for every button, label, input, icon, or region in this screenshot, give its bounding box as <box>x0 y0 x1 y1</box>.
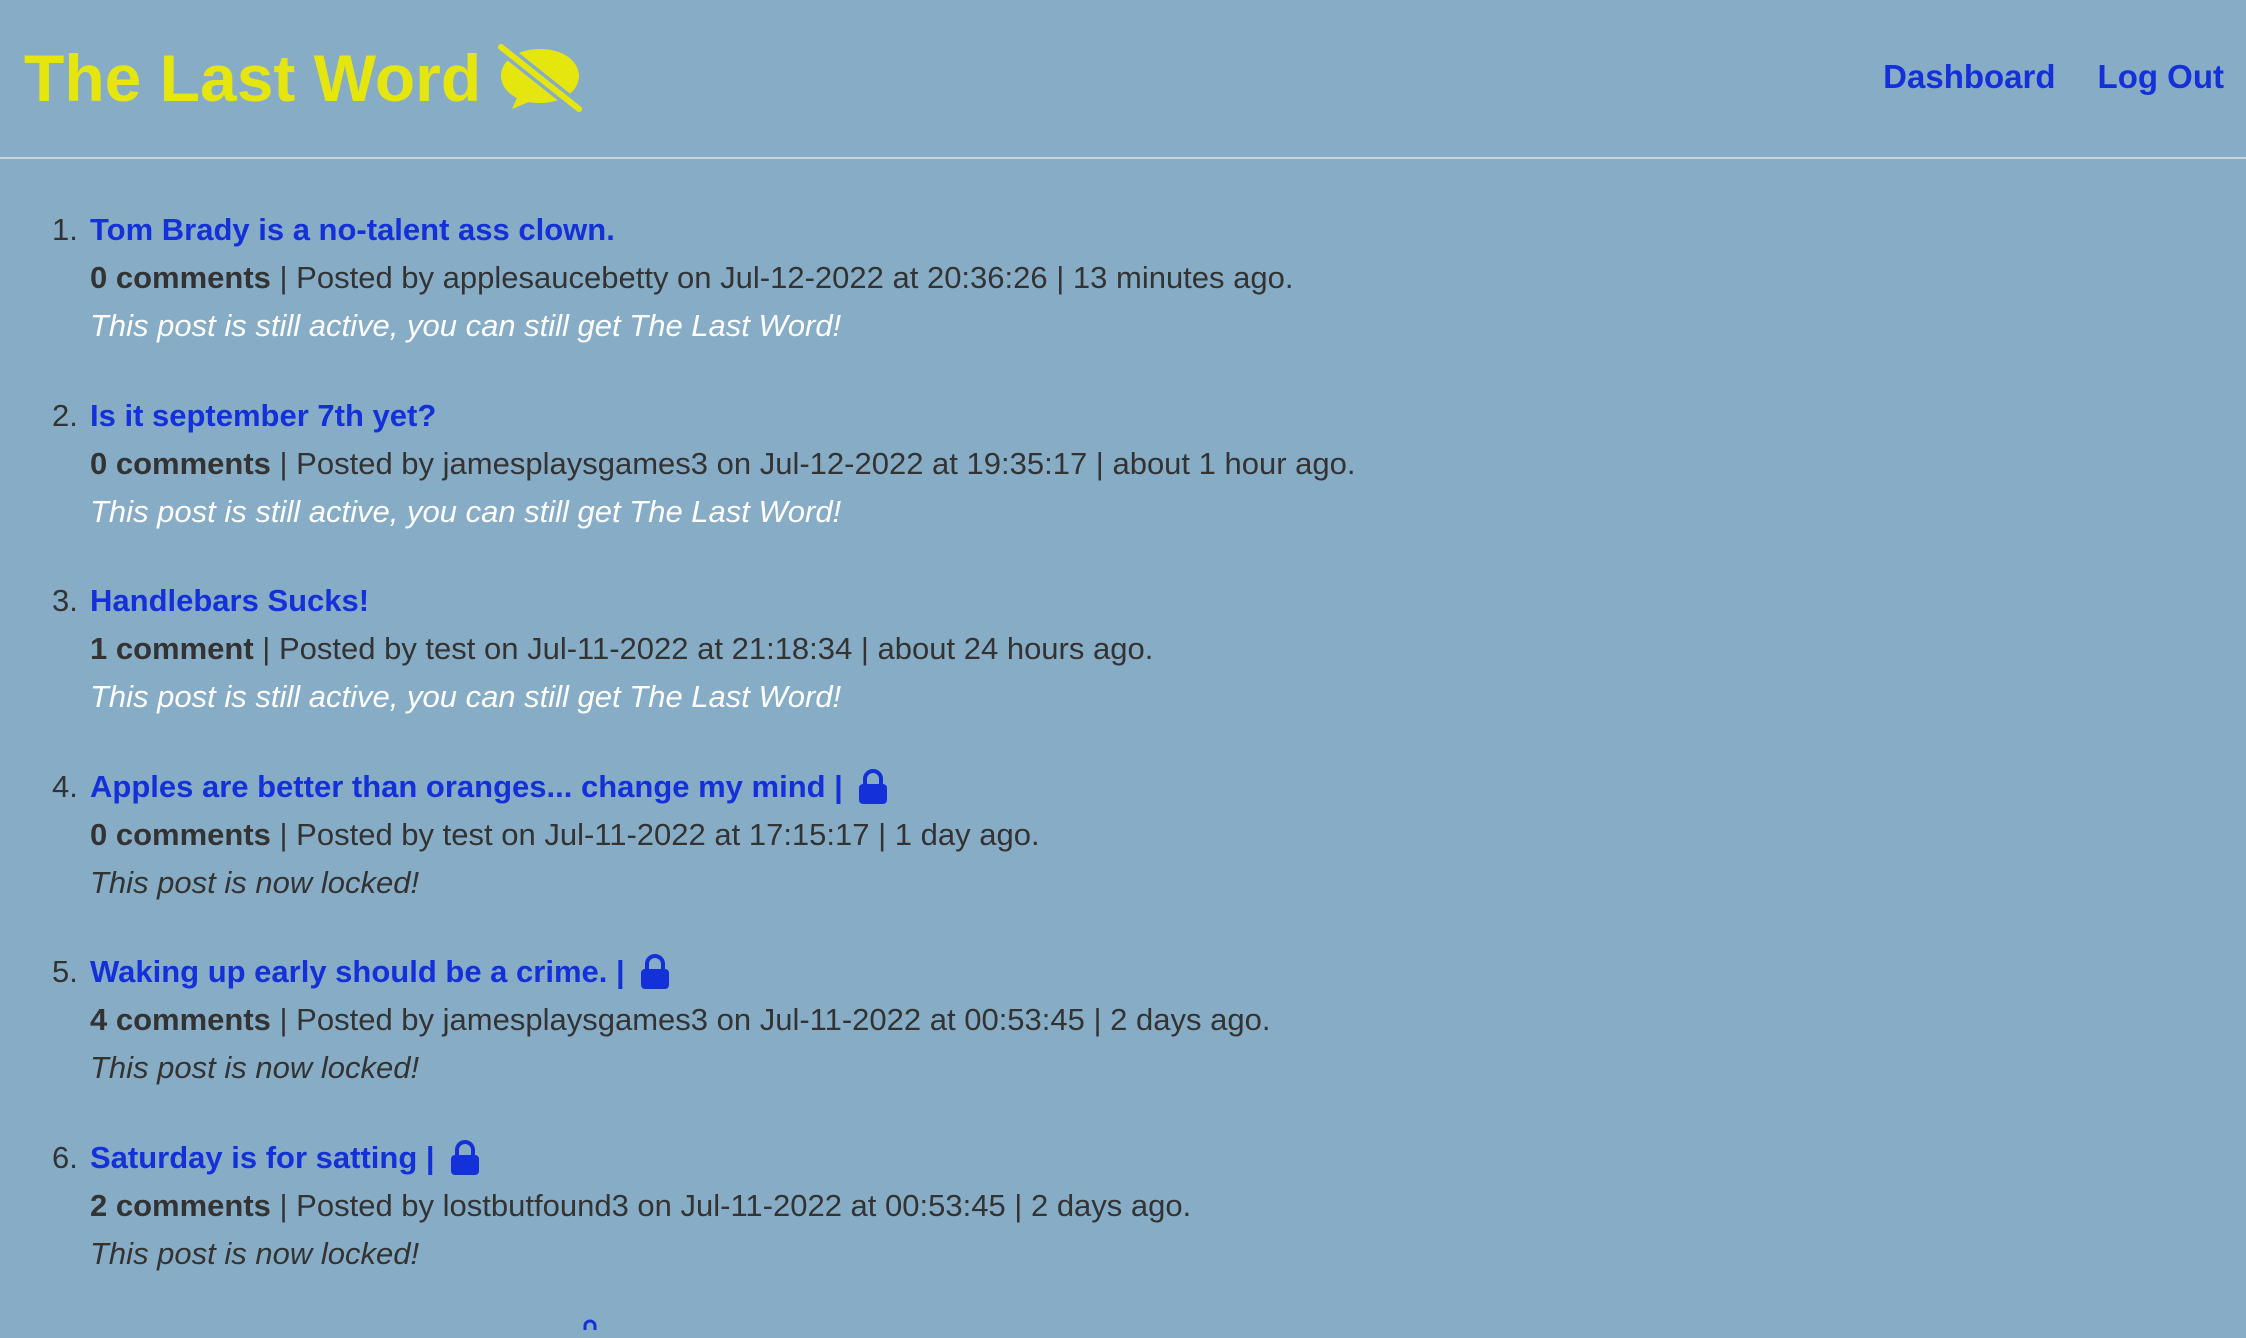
comment-count: 0 comments <box>90 445 271 481</box>
post-title-text: Handlebars Sucks! <box>90 583 370 618</box>
post-item: 6. Saturday is for satting | 2 comments … <box>0 1134 2246 1320</box>
post-number: 1. <box>52 212 78 247</box>
post-meta: 1 comment | Posted by test on Jul-11-202… <box>90 625 2246 673</box>
post-title-text: Saturday is for satting | <box>90 1139 435 1175</box>
post-title-link[interactable]: Is it september 7th yet? <box>90 392 436 440</box>
post-meta: 0 comments | Posted by jamesplaysgames3 … <box>90 440 2246 488</box>
site-brand[interactable]: The Last Word <box>24 38 584 118</box>
post-meta: 4 comments | Posted by jamesplaysgames3 … <box>90 996 2246 1044</box>
post-byline: | Posted by jamesplaysgames3 on Jul-12-2… <box>270 445 1356 481</box>
muted-speech-bubble-icon <box>497 43 584 113</box>
post-title-link[interactable]: Saturday is for satting | <box>90 1134 481 1182</box>
post-byline: | Posted by lostbutfound3 on Jul-11-2022… <box>270 1187 1192 1223</box>
post-byline: | Posted by applesaucebetty on Jul-12-20… <box>270 260 1294 295</box>
comment-count: 2 comments <box>90 1187 271 1223</box>
post-title-link[interactable]: Handlebars Sucks! <box>90 577 369 625</box>
site-header: The Last Word Dashboard Log Out <box>0 0 2246 159</box>
post-item: 2. Is it september 7th yet? 0 comments |… <box>0 392 2246 578</box>
dashboard-link[interactable]: Dashboard <box>1883 55 2055 99</box>
post-status: This post is now locked! <box>90 864 420 900</box>
post-byline: | Posted by jamesplaysgames3 on Jul-11-2… <box>270 1002 1271 1037</box>
post-item: 3. Handlebars Sucks! 1 comment | Posted … <box>0 577 2246 763</box>
post-number: 5. <box>52 954 78 989</box>
post-byline: | Posted by test on Jul-11-2022 at 17:15… <box>270 816 1040 852</box>
post-title-link[interactable]: Tom Brady is a no-talent ass clown. <box>90 206 615 254</box>
post-status: This post is still active, you can still… <box>90 493 842 529</box>
post-meta: 0 comments | Posted by applesaucebetty o… <box>90 254 2246 302</box>
post-status: This post is still active, you can still… <box>90 308 842 343</box>
post-title-text: Is it september 7th yet? <box>90 397 437 433</box>
post-title-link[interactable]: Waking up early should be a crime. | <box>90 948 671 996</box>
post-number: 4. <box>52 768 78 804</box>
comment-count: 0 comments <box>90 260 271 295</box>
lock-icon <box>858 768 887 804</box>
post-status: This post is still active, you can still… <box>90 679 842 714</box>
post-number: 3. <box>52 583 78 618</box>
comment-count: 4 comments <box>90 1002 271 1037</box>
post-number: 2. <box>52 397 78 433</box>
post-item: 5. Waking up early should be a crime. | … <box>0 948 2246 1134</box>
post-title-text: Apples are better than oranges... change… <box>90 768 843 804</box>
logout-link[interactable]: Log Out <box>2098 55 2224 99</box>
post-status: This post is now locked! <box>90 1235 420 1271</box>
lock-icon <box>450 1139 479 1175</box>
post-title-link[interactable]: Apples are better than oranges... change… <box>90 763 889 811</box>
top-nav: Dashboard Log Out <box>1883 55 2224 99</box>
lock-icon <box>640 954 669 989</box>
post-byline: | Posted by test on Jul-11-2022 at 21:18… <box>253 631 1154 666</box>
post-title-text: Waking up early should be a crime. | <box>90 954 625 989</box>
post-meta: 2 comments | Posted by lostbutfound3 on … <box>90 1182 2246 1230</box>
post-status: This post is now locked! <box>90 1050 420 1085</box>
post-meta: 0 comments | Posted by test on Jul-11-20… <box>90 811 2246 859</box>
post-item: 1. Tom Brady is a no-talent ass clown. 0… <box>0 206 2246 392</box>
post-title-text: Tom Brady is a no-talent ass clown. <box>90 212 615 247</box>
post-item: 4. Apples are better than oranges... cha… <box>0 763 2246 949</box>
comment-count: 1 comment <box>90 631 254 666</box>
post-number: 6. <box>52 1139 78 1175</box>
lock-icon <box>583 1319 597 1330</box>
site-title: The Last Word <box>24 41 482 115</box>
comment-count: 0 comments <box>90 816 271 852</box>
post-list: 1. Tom Brady is a no-talent ass clown. 0… <box>0 206 2246 1319</box>
